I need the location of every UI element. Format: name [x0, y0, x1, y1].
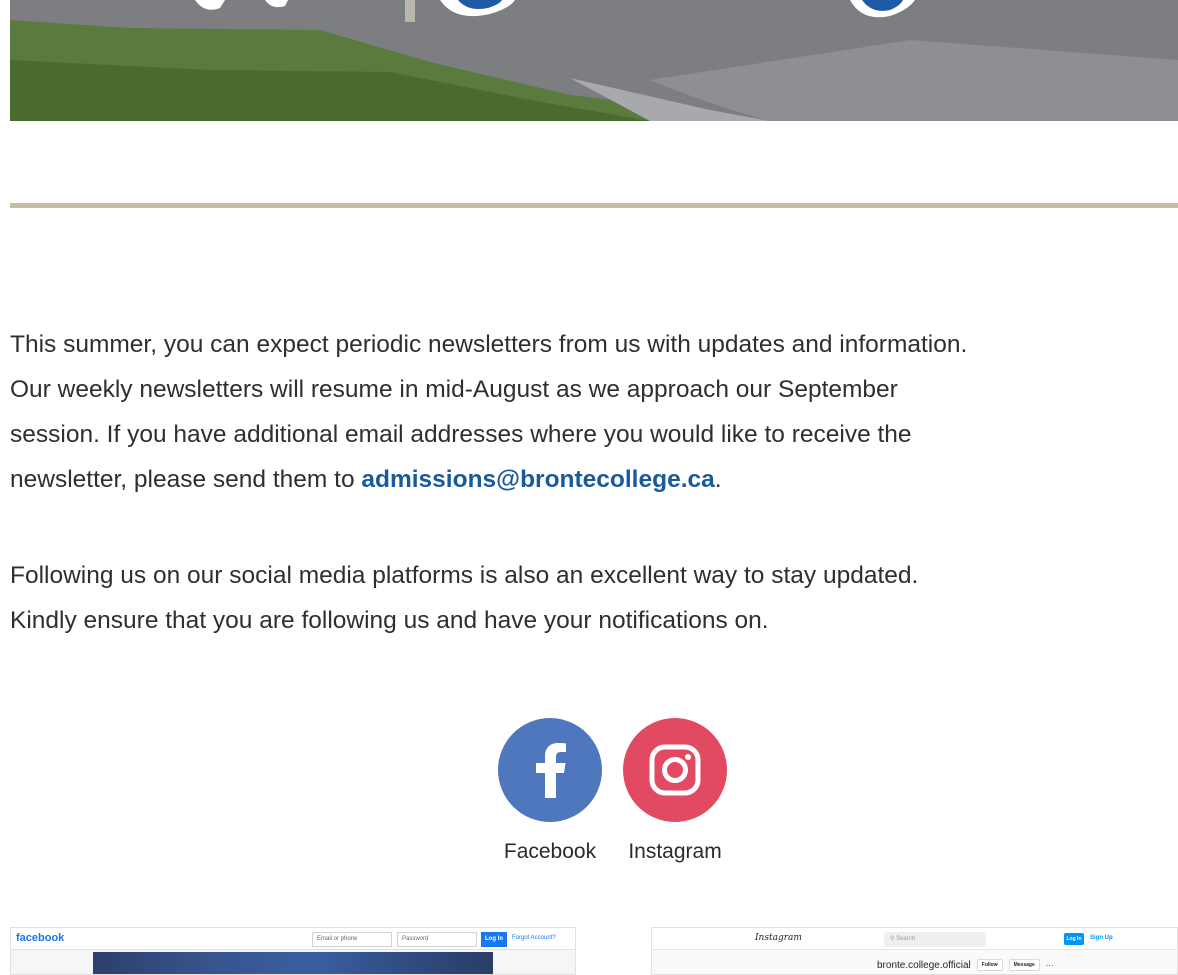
email-field: Email or phone: [312, 932, 392, 947]
hero-photo: [10, 0, 1178, 121]
signup-link: Sign Up: [1090, 935, 1113, 941]
paragraph-line: This summer, you can expect periodic new…: [10, 331, 968, 358]
message-button: Message: [1008, 959, 1040, 971]
facebook-link[interactable]: Facebook: [495, 718, 605, 864]
facebook-page-screenshot[interactable]: facebook Email or phone Password Log In …: [10, 927, 576, 975]
social-follow-paragraph: Following us on our social media platfor…: [10, 553, 1178, 643]
login-button: Log In: [1064, 933, 1084, 945]
follow-button: Follow: [976, 959, 1003, 971]
profile-header: bronte.college.official Follow Message ·…: [877, 958, 1054, 972]
facebook-icon[interactable]: [498, 718, 602, 822]
hero-banner-image: [10, 0, 1178, 121]
instagram-logo: Instagram: [755, 933, 802, 943]
instagram-header-bar: Instagram ⚲ Search Log In Sign Up: [652, 928, 1177, 950]
instagram-icon[interactable]: [623, 718, 727, 822]
search-field: ⚲ Search: [884, 932, 986, 947]
paragraph-line: Our weekly newsletters will resume in mi…: [10, 376, 898, 403]
facebook-label[interactable]: Facebook: [495, 840, 605, 864]
paragraph-line-with-email: newsletter, please send them to admissio…: [10, 457, 1178, 502]
profile-handle: bronte.college.official: [877, 959, 971, 971]
forgot-account-link: Forgot Account?: [512, 935, 556, 941]
cover-photo: [93, 952, 493, 974]
paragraph-text: .: [714, 466, 722, 493]
paragraph-line: session. If you have additional email ad…: [10, 421, 912, 448]
password-field: Password: [397, 932, 477, 947]
more-options-icon: ···: [1045, 960, 1054, 970]
paragraph-text: newsletter, please send them to: [10, 466, 362, 493]
social-links: Facebook Instagram: [0, 718, 1178, 878]
instagram-label[interactable]: Instagram: [620, 840, 730, 864]
login-button: Log In: [481, 932, 507, 947]
instagram-page-screenshot[interactable]: Instagram ⚲ Search Log In Sign Up bronte…: [651, 927, 1178, 975]
paragraph-line: Following us on our social media platfor…: [10, 562, 919, 589]
section-divider: [10, 203, 1178, 208]
newsletter-paragraph: This summer, you can expect periodic new…: [10, 322, 1178, 502]
admissions-email-link[interactable]: admissions@brontecollege.ca: [361, 466, 714, 493]
facebook-logo: facebook: [16, 932, 65, 944]
facebook-header-bar: facebook Email or phone Password Log In …: [11, 928, 575, 950]
search-placeholder: Search: [896, 936, 916, 942]
paragraph-line: Kindly ensure that you are following us …: [10, 607, 769, 634]
instagram-link[interactable]: Instagram: [620, 718, 730, 864]
